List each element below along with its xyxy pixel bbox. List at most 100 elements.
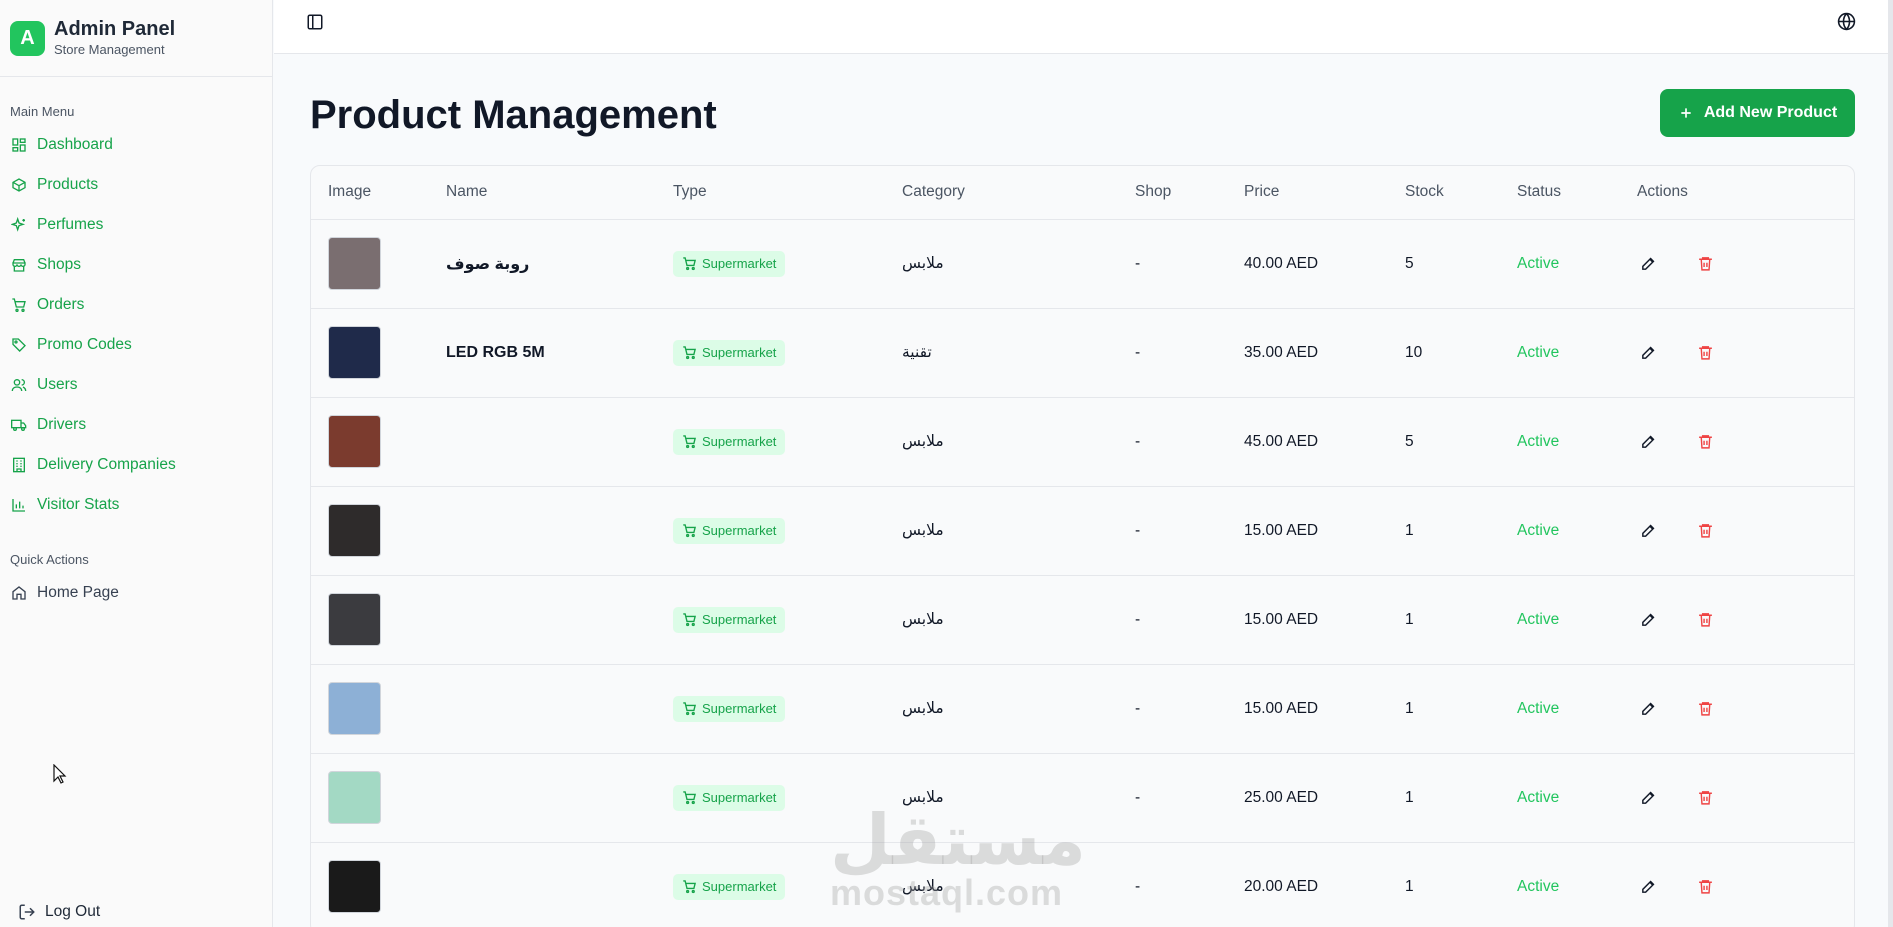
sidebar-item-label: Shops <box>37 256 81 273</box>
cart-icon <box>12 298 26 312</box>
edit-button[interactable] <box>1637 609 1659 631</box>
sidebar-item-label: Delivery Companies <box>37 456 176 473</box>
sidebar-item-drivers[interactable]: Drivers <box>0 405 272 445</box>
column-header: Name <box>446 166 673 220</box>
table-row: Supermarket ملابس - 25.00 AED 1 Active <box>311 753 1854 843</box>
sparkles-icon <box>11 217 26 232</box>
table-header-row: Image Name Type Category Shop Price Stoc… <box>311 166 1854 220</box>
sidebar-item-label: Users <box>37 376 78 393</box>
sidebar-item-perfumes[interactable]: Perfumes <box>0 205 272 245</box>
product-category: ملابس <box>902 611 944 628</box>
cart-icon <box>683 702 697 716</box>
product-thumbnail[interactable] <box>328 326 381 379</box>
sidebar-item-shops[interactable]: Shops <box>0 245 272 285</box>
type-badge: Supermarket <box>673 695 786 722</box>
delete-button[interactable] <box>1694 431 1716 453</box>
product-price: 35.00 AED <box>1244 343 1319 361</box>
topbar <box>274 0 1888 54</box>
type-label: Supermarket <box>702 256 777 271</box>
product-shop: - <box>1135 788 1141 806</box>
product-category: تقنية <box>902 344 932 361</box>
type-badge: Supermarket <box>673 339 786 366</box>
trash-icon <box>1698 524 1712 538</box>
trash-icon <box>1698 435 1712 449</box>
type-label: Supermarket <box>702 701 777 716</box>
trash-icon <box>1698 346 1712 360</box>
status-text: Active <box>1517 699 1560 717</box>
edit-button[interactable] <box>1637 698 1659 720</box>
edit-button[interactable] <box>1637 520 1659 542</box>
product-price: 25.00 AED <box>1244 788 1319 806</box>
cart-icon <box>683 613 697 627</box>
cart-icon <box>683 791 697 805</box>
product-stock: 1 <box>1405 521 1414 539</box>
product-category: ملابس <box>902 700 944 717</box>
delete-button[interactable] <box>1694 609 1716 631</box>
product-category: ملابس <box>902 522 944 539</box>
product-thumbnail[interactable] <box>328 771 381 824</box>
product-price: 15.00 AED <box>1244 521 1319 539</box>
sidebar-item-home-page[interactable]: Home Page <box>0 573 272 613</box>
delete-button[interactable] <box>1694 787 1716 809</box>
scrollbar[interactable] <box>1888 0 1893 927</box>
delete-button[interactable] <box>1694 342 1716 364</box>
product-price: 45.00 AED <box>1244 432 1319 450</box>
edit-button[interactable] <box>1637 253 1659 275</box>
home-icon <box>12 586 26 600</box>
sidebar-item-visitor-stats[interactable]: Visitor Stats <box>0 485 272 525</box>
product-thumbnail[interactable] <box>328 860 381 913</box>
type-badge: Supermarket <box>673 606 786 633</box>
sidebar-toggle-icon[interactable] <box>306 13 324 31</box>
column-header: Status <box>1517 166 1637 220</box>
pencil-icon <box>1641 880 1654 893</box>
logout-button[interactable]: Log Out <box>18 897 100 927</box>
delete-button[interactable] <box>1694 520 1716 542</box>
type-label: Supermarket <box>702 790 777 805</box>
main-menu: Dashboard Products Perfumes Shops Orders… <box>0 125 272 525</box>
sidebar-item-label: Perfumes <box>37 216 104 233</box>
delete-button[interactable] <box>1694 698 1716 720</box>
users-icon <box>11 379 27 392</box>
edit-button[interactable] <box>1637 787 1659 809</box>
type-badge: Supermarket <box>673 250 786 277</box>
sidebar-item-orders[interactable]: Orders <box>0 285 272 325</box>
dashboard-icon <box>12 138 26 152</box>
delete-button[interactable] <box>1694 253 1716 275</box>
table-row: Supermarket ملابس - 45.00 AED 5 Active <box>311 397 1854 487</box>
product-thumbnail[interactable] <box>328 682 381 735</box>
product-stock: 1 <box>1405 877 1414 895</box>
type-label: Supermarket <box>702 523 777 538</box>
sidebar-item-products[interactable]: Products <box>0 165 272 205</box>
globe-icon[interactable] <box>1837 12 1856 31</box>
page-title: Product Management <box>310 93 717 137</box>
trash-icon <box>1698 257 1712 271</box>
sidebar-item-users[interactable]: Users <box>0 365 272 405</box>
brand-title: Admin Panel <box>54 18 176 40</box>
pencil-icon <box>1641 702 1654 715</box>
column-header: Stock <box>1405 166 1517 220</box>
product-thumbnail[interactable] <box>328 415 381 468</box>
product-category: ملابس <box>902 255 944 272</box>
brand-subtitle: Store Management <box>54 42 165 57</box>
product-thumbnail[interactable] <box>328 504 381 557</box>
type-label: Supermarket <box>702 434 777 449</box>
status-text: Active <box>1517 788 1560 806</box>
add-product-button[interactable]: Add New Product <box>1660 89 1855 137</box>
edit-button[interactable] <box>1637 342 1659 364</box>
sidebar-item-dashboard[interactable]: Dashboard <box>0 125 272 165</box>
table-row: روبة صوف Supermarket ملابس - 40.00 AED 5… <box>311 219 1854 309</box>
type-label: Supermarket <box>702 345 777 360</box>
product-thumbnail[interactable] <box>328 593 381 646</box>
mouse-cursor-icon <box>53 764 67 784</box>
type-badge: Supermarket <box>673 784 786 811</box>
product-price: 20.00 AED <box>1244 877 1319 895</box>
product-stock: 1 <box>1405 610 1414 628</box>
edit-button[interactable] <box>1637 876 1659 898</box>
status-text: Active <box>1517 521 1560 539</box>
sidebar-item-promo-codes[interactable]: Promo Codes <box>0 325 272 365</box>
product-thumbnail[interactable] <box>328 237 381 290</box>
edit-button[interactable] <box>1637 431 1659 453</box>
delete-button[interactable] <box>1694 876 1716 898</box>
sidebar-item-delivery-companies[interactable]: Delivery Companies <box>0 445 272 485</box>
product-stock: 10 <box>1405 343 1423 361</box>
